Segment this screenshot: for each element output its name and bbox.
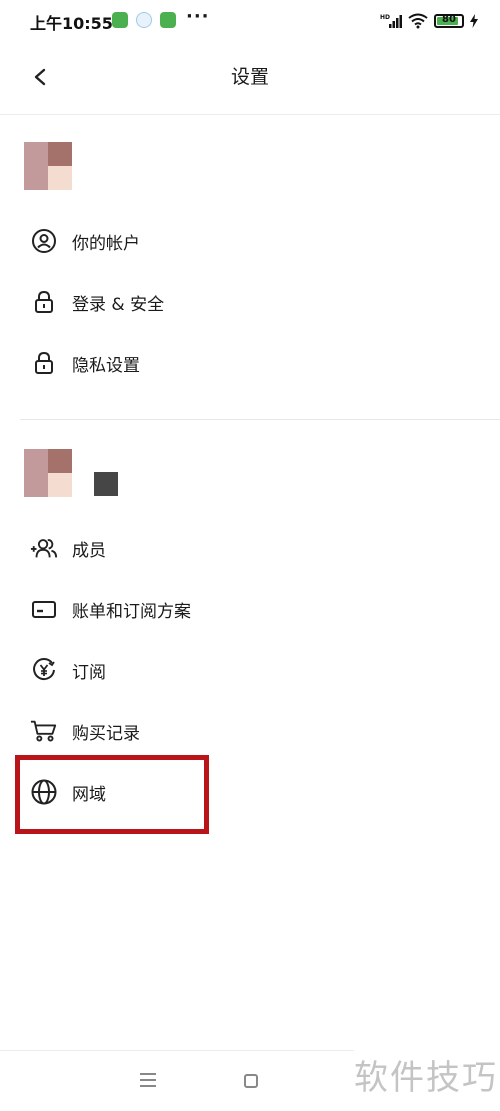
workspace-badge (94, 472, 118, 496)
add-members-icon (30, 534, 58, 562)
menu-item-privacy-settings[interactable]: 隐私设置 (20, 341, 320, 385)
lock-icon (30, 349, 58, 377)
menu-item-label: 购买记录 (72, 723, 140, 744)
battery-icon: 80 (434, 14, 464, 28)
highlight-annotation (15, 755, 209, 834)
settings-header: 设置 (0, 42, 500, 115)
battery-percent: 80 (442, 14, 456, 25)
credit-card-icon (30, 595, 58, 623)
menu-item-label: 订阅 (72, 662, 106, 683)
menu-item-label: 你的帐户 (72, 233, 140, 254)
network-type-label: HD (380, 14, 390, 21)
status-bar: 上午10:55 ··· HD 80 (0, 0, 500, 42)
menu-icon[interactable] (140, 1073, 156, 1087)
menu-item-billing-plans[interactable]: 账单和订阅方案 (20, 587, 320, 631)
menu-item-members[interactable]: 成员 (20, 526, 320, 570)
menu-item-your-account[interactable]: 你的帐户 (20, 219, 320, 263)
signal-icon: HD (380, 14, 402, 28)
menu-item-login-security[interactable]: 登录 & 安全 (20, 280, 320, 324)
menu-item-label: 成员 (72, 540, 106, 561)
status-indicators: HD 80 (380, 11, 478, 31)
account-circle-icon (30, 227, 58, 255)
home-icon[interactable] (244, 1074, 258, 1088)
page-title: 设置 (230, 66, 269, 88)
status-time: 上午10:55 (30, 14, 113, 33)
menu-item-label: 登录 & 安全 (72, 294, 165, 315)
menu-item-subscription[interactable]: 订阅 (20, 648, 320, 692)
watermark: 软件技巧 (354, 1050, 500, 1100)
menu-item-label: 账单和订阅方案 (72, 601, 191, 622)
shopping-cart-icon (30, 717, 58, 745)
app-notification-icon (160, 12, 176, 28)
menu-item-label: 隐私设置 (72, 355, 140, 376)
more-notifications-icon: ··· (186, 6, 210, 27)
lock-icon (30, 288, 58, 316)
app-notification-icon (112, 12, 128, 28)
yen-subscription-icon (30, 656, 58, 684)
menu-item-purchase-history[interactable]: 购买记录 (20, 709, 320, 753)
user-avatar (24, 142, 72, 190)
charging-icon (470, 14, 478, 28)
section-divider (20, 419, 500, 420)
wifi-icon (408, 13, 428, 29)
workspace-avatar (24, 449, 72, 497)
app-notification-icon (136, 12, 152, 28)
